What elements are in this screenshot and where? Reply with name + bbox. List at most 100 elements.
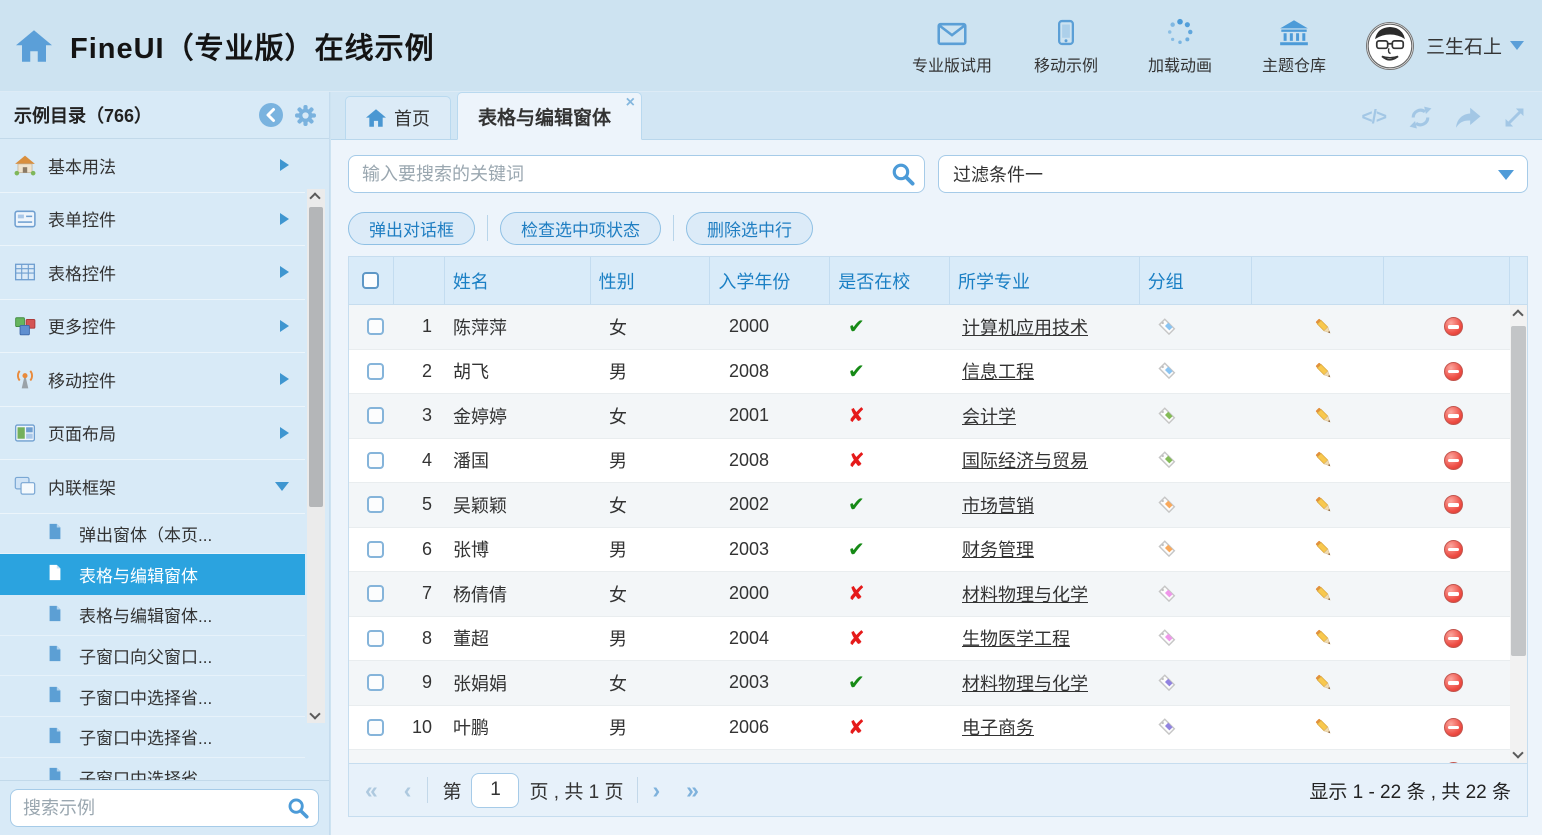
table-row[interactable]: 8董超男2004✘生物医学工程 [349,617,1512,662]
edit-pencil-icon[interactable] [1313,761,1335,763]
table-scrollbar[interactable] [1510,305,1527,763]
filter-dropdown[interactable]: 过滤条件一 [938,155,1528,193]
edit-pencil-icon[interactable] [1313,449,1335,471]
tag-icon[interactable] [1157,584,1177,604]
scrollbar-thumb[interactable] [309,207,323,507]
edit-pencil-icon[interactable] [1313,360,1335,382]
tag-icon[interactable] [1157,361,1177,381]
sidebar-item[interactable]: 基本用法 [0,139,305,193]
prev-page-button[interactable]: ‹ [404,779,412,802]
tag-icon[interactable] [1157,406,1177,426]
row-checkbox[interactable] [367,541,384,558]
search-icon[interactable] [287,797,309,819]
edit-pencil-icon[interactable] [1313,316,1335,338]
delete-icon[interactable] [1444,495,1463,514]
col-group[interactable]: 分组 [1140,257,1253,304]
table-row[interactable]: 2胡飞男2008✔信息工程 [349,350,1512,395]
row-checkbox[interactable] [367,630,384,647]
keyword-search-input[interactable] [348,155,925,193]
open-dialog-button[interactable]: 弹出对话框 [348,212,475,245]
delete-icon[interactable] [1444,540,1463,559]
search-icon[interactable] [891,162,913,184]
check-selection-button[interactable]: 检查选中项状态 [500,212,661,245]
row-checkbox[interactable] [367,452,384,469]
theme-repo-button[interactable]: 主题仓库 [1252,16,1336,76]
sidebar-subitem[interactable]: 表格与编辑窗体 [0,554,305,595]
tag-icon[interactable] [1157,539,1177,559]
sidebar-subitem[interactable]: 弹出窗体（本页... [0,514,305,555]
sidebar-item[interactable]: 更多控件 [0,300,305,354]
col-at-school[interactable]: 是否在校 [830,257,950,304]
collapse-sidebar-icon[interactable] [258,102,284,128]
user-name[interactable]: 三生石上 [1426,32,1502,59]
delete-icon[interactable] [1444,451,1463,470]
delete-icon[interactable] [1444,362,1463,381]
col-name[interactable]: 姓名 [445,257,591,304]
table-row[interactable]: 11叶丽丽女2002✔管理学 [349,750,1512,763]
major-link[interactable]: 财务管理 [962,536,1034,562]
table-row[interactable]: 3金婷婷女2001✘会计学 [349,394,1512,439]
col-year[interactable]: 入学年份 [710,257,830,304]
tab-home[interactable]: 首页 [345,96,451,139]
major-link[interactable]: 信息工程 [962,358,1034,384]
row-checkbox[interactable] [367,407,384,424]
close-icon[interactable]: × [626,95,635,111]
tab-grid-edit-window[interactable]: 表格与编辑窗体 × [457,92,642,140]
major-link[interactable]: 会计学 [962,403,1016,429]
select-all-checkbox[interactable] [362,272,379,289]
row-checkbox[interactable] [367,363,384,380]
row-checkbox[interactable] [367,674,384,691]
scroll-down-icon[interactable] [1512,747,1523,758]
chevron-down-icon[interactable] [1510,41,1524,50]
loading-animation-button[interactable]: 加载动画 [1138,16,1222,76]
row-checkbox[interactable] [367,719,384,736]
page-number-input[interactable] [471,773,519,808]
col-gender[interactable]: 性别 [591,257,711,304]
row-checkbox[interactable] [367,318,384,335]
tag-icon[interactable] [1157,717,1177,737]
delete-icon[interactable] [1444,762,1463,763]
scroll-up-icon[interactable] [309,192,320,203]
major-link[interactable]: 计算机应用技术 [962,314,1088,340]
sidebar-item[interactable]: 移动控件 [0,353,305,407]
sidebar-subitem[interactable]: 表格与编辑窗体... [0,595,305,636]
major-link[interactable]: 管理学 [962,759,1016,763]
fullscreen-icon[interactable] [1503,106,1526,129]
view-source-icon[interactable]: </> [1362,107,1386,129]
row-checkbox[interactable] [367,496,384,513]
delete-icon[interactable] [1444,406,1463,425]
sidebar-subitem[interactable]: 子窗口中选择省... [0,717,305,758]
scroll-up-icon[interactable] [1512,309,1523,320]
major-link[interactable]: 国际经济与贸易 [962,447,1088,473]
tag-icon[interactable] [1157,628,1177,648]
edit-pencil-icon[interactable] [1313,672,1335,694]
edit-pencil-icon[interactable] [1313,538,1335,560]
tag-icon[interactable] [1157,450,1177,470]
edit-pencil-icon[interactable] [1313,627,1335,649]
sidebar-item[interactable]: 表格控件 [0,246,305,300]
sidebar-search-input[interactable] [10,789,319,827]
table-row[interactable]: 1陈萍萍女2000✔计算机应用技术 [349,305,1512,350]
delete-icon[interactable] [1444,673,1463,692]
table-row[interactable]: 7杨倩倩女2000✘材料物理与化学 [349,572,1512,617]
edit-pencil-icon[interactable] [1313,494,1335,516]
sidebar-subitem[interactable]: 子窗口中选择省... [0,758,305,780]
refresh-icon[interactable] [1408,105,1433,130]
gear-icon[interactable] [294,104,317,127]
delete-icon[interactable] [1444,317,1463,336]
table-row[interactable]: 9张娟娟女2003✔材料物理与化学 [349,661,1512,706]
table-row[interactable]: 5吴颖颖女2002✔市场营销 [349,483,1512,528]
table-row[interactable]: 10叶鹏男2006✘电子商务 [349,706,1512,751]
major-link[interactable]: 材料物理与化学 [962,670,1088,696]
major-link[interactable]: 生物医学工程 [962,625,1070,651]
delete-icon[interactable] [1444,629,1463,648]
first-page-button[interactable]: « [365,779,378,802]
mobile-demo-button[interactable]: 移动示例 [1024,16,1108,76]
major-link[interactable]: 电子商务 [962,714,1034,740]
sidebar-subitem[interactable]: 子窗口中选择省... [0,676,305,717]
delete-icon[interactable] [1444,584,1463,603]
major-link[interactable]: 材料物理与化学 [962,581,1088,607]
col-major[interactable]: 所学专业 [950,257,1140,304]
sidebar-item[interactable]: 页面布局 [0,407,305,461]
table-row[interactable]: 6张博男2003✔财务管理 [349,528,1512,573]
